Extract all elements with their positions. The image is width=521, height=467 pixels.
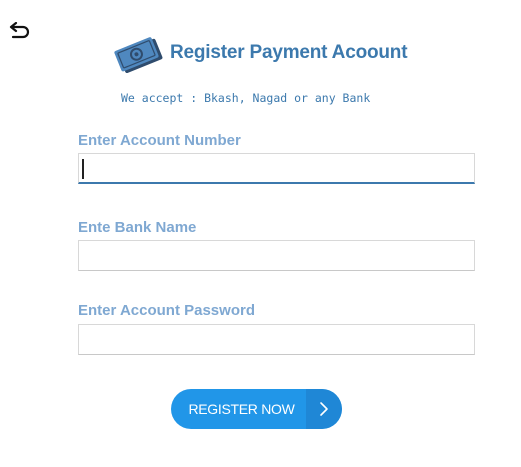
bank-name-input[interactable]	[78, 240, 475, 271]
money-bills-icon	[114, 37, 163, 73]
account-password-label: Enter Account Password	[78, 302, 255, 319]
page-header: Register Payment Acoount	[112, 33, 408, 73]
back-arrow-icon	[9, 21, 30, 39]
page-title: Register Payment Acoount	[170, 42, 408, 63]
account-password-input[interactable]	[78, 324, 475, 355]
register-now-button[interactable]: REGISTER NOW	[171, 389, 342, 429]
accepted-methods-text: We accept : Bkash, Nagad or any Bank	[121, 91, 371, 105]
account-number-input[interactable]	[78, 153, 475, 184]
bank-name-label: Ente Bank Name	[78, 219, 197, 236]
text-cursor	[82, 159, 84, 179]
register-now-label: REGISTER NOW	[188, 401, 295, 417]
back-button[interactable]	[8, 21, 32, 40]
chevron-right-icon	[306, 389, 342, 429]
account-number-label: Enter Account Number	[78, 132, 241, 149]
